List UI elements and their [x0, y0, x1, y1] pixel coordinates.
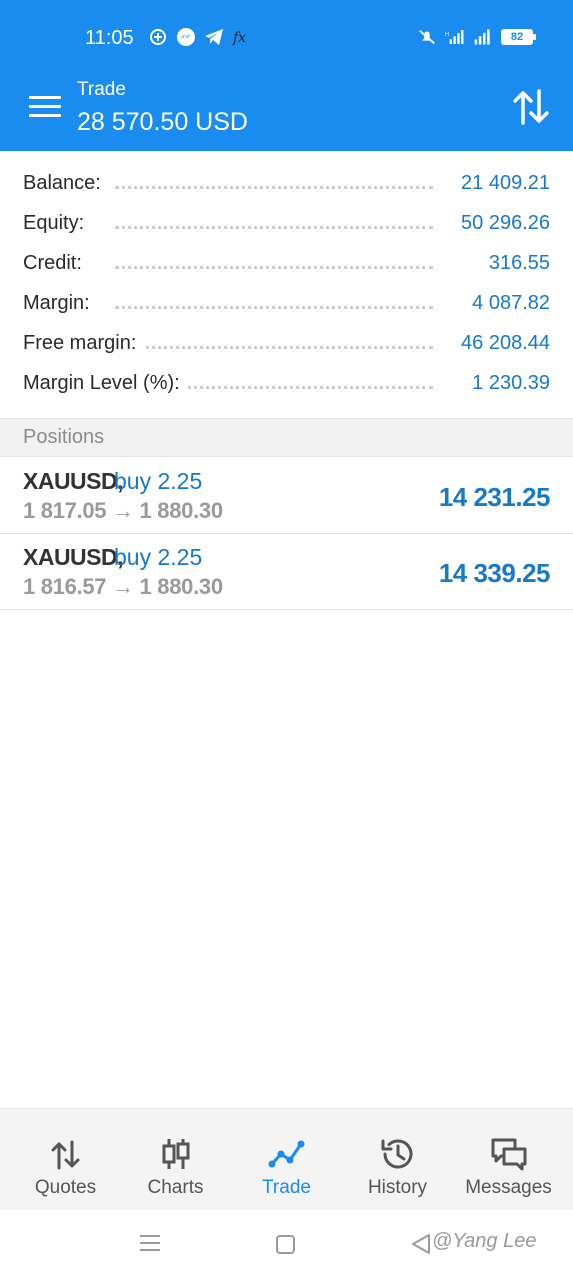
- summary-value: 21 409.21: [453, 172, 550, 195]
- app-header: 11:05 fx H 82 Trade 28 570.50 USD: [0, 0, 573, 151]
- header-title: 28 570.50 USD: [77, 108, 248, 136]
- watermark: @Yang Lee: [432, 1230, 537, 1252]
- mute-icon: [417, 27, 437, 47]
- svg-text:H: H: [445, 32, 449, 38]
- status-time: 11:05: [85, 27, 134, 49]
- battery-icon: 82: [501, 29, 536, 45]
- account-summary: Balance: 21 409.21 Equity: 50 296.26 Cre…: [0, 168, 573, 408]
- summary-label: Free margin:: [23, 332, 145, 355]
- tab-label: Quotes: [34, 1177, 97, 1198]
- summary-value: 4 087.82: [464, 292, 550, 315]
- summary-value: 1 230.39: [464, 372, 550, 395]
- summary-value: 316.55: [480, 252, 550, 275]
- position-row[interactable]: XAUUSD, buy 2.25 1 816.57 → 1 880.30 14 …: [0, 534, 573, 610]
- positions-header-label: Positions: [23, 426, 105, 448]
- tab-history[interactable]: History: [340, 1109, 455, 1211]
- tab-quotes[interactable]: Quotes: [8, 1109, 123, 1211]
- summary-value: 46 208.44: [453, 332, 550, 355]
- summary-label: Margin:: [23, 292, 98, 315]
- summary-row-credit: Credit: 316.55: [0, 248, 573, 288]
- position-side: buy 2.25: [114, 544, 203, 570]
- messages-icon: [490, 1136, 528, 1172]
- signal-icon: H: [445, 27, 465, 47]
- history-icon: [379, 1136, 417, 1172]
- messenger-icon: [176, 27, 196, 47]
- tab-label: History: [367, 1177, 428, 1198]
- position-prices: 1 817.05 → 1 880.30: [23, 498, 223, 523]
- home-icon[interactable]: [276, 1235, 295, 1254]
- tab-label: Charts: [147, 1177, 204, 1198]
- dotted-leader: [115, 346, 433, 349]
- summary-label: Margin Level (%):: [23, 372, 188, 395]
- charts-icon: [157, 1136, 195, 1172]
- summary-row-free-margin: Free margin: 46 208.44: [0, 328, 573, 368]
- system-nav-bar: @Yang Lee: [0, 1210, 573, 1280]
- dotted-leader: [115, 186, 433, 189]
- recent-apps-icon[interactable]: [139, 1232, 161, 1254]
- summary-label: Balance:: [23, 172, 109, 195]
- telegram-icon: [204, 27, 224, 47]
- positions-header: Positions: [0, 418, 573, 457]
- summary-value: 50 296.26: [453, 212, 550, 235]
- position-symbol: XAUUSD,: [23, 468, 124, 494]
- position-symbol: XAUUSD,: [23, 544, 124, 570]
- summary-row-equity: Equity: 50 296.26: [0, 208, 573, 248]
- tab-charts[interactable]: Charts: [118, 1109, 233, 1211]
- svg-text:fx: fx: [232, 30, 246, 46]
- tab-trade[interactable]: Trade: [229, 1109, 344, 1211]
- position-row[interactable]: XAUUSD, buy 2.25 1 817.05 → 1 880.30 14 …: [0, 458, 573, 534]
- dotted-leader: [115, 306, 433, 309]
- trade-icon: [268, 1136, 306, 1172]
- signal-icon: [473, 27, 493, 47]
- position-prices: 1 816.57 → 1 880.30: [23, 574, 223, 599]
- summary-label: Credit:: [23, 252, 90, 275]
- dotted-leader: [115, 226, 433, 229]
- summary-row-margin-level: Margin Level (%): 1 230.39: [0, 368, 573, 408]
- menu-icon[interactable]: [29, 96, 61, 120]
- bottom-tab-bar: Quotes Charts Trade History Messages: [0, 1108, 573, 1210]
- position-profit: 14 339.25: [438, 558, 551, 588]
- tab-label: Messages: [465, 1177, 552, 1198]
- position-side: buy 2.25: [114, 468, 203, 494]
- tab-messages[interactable]: Messages: [451, 1109, 566, 1211]
- summary-row-margin: Margin: 4 087.82: [0, 288, 573, 328]
- position-profit: 14 231.25: [438, 482, 551, 512]
- status-bar: 11:05 fx H 82: [0, 0, 573, 76]
- summary-label: Equity:: [23, 212, 93, 235]
- summary-row-balance: Balance: 21 409.21: [0, 168, 573, 208]
- sort-icon[interactable]: [511, 89, 551, 125]
- back-icon[interactable]: [410, 1232, 432, 1256]
- fx-icon: fx: [232, 27, 252, 47]
- quotes-icon: [47, 1136, 85, 1172]
- header-subtitle: Trade: [77, 79, 126, 100]
- notification-icon: [148, 27, 168, 47]
- dotted-leader: [115, 266, 433, 269]
- tab-label: Trade: [262, 1177, 311, 1198]
